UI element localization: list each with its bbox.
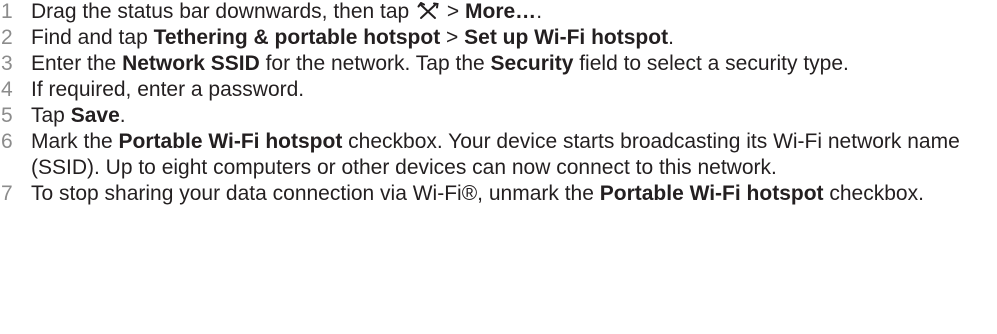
step-text-fragment: To stop sharing your data connection via… <box>31 182 600 205</box>
step-text-fragment: > <box>441 0 465 23</box>
step-text-fragment: checkbox. <box>823 182 924 205</box>
ui-term: Network SSID <box>122 52 260 75</box>
step-text-fragment: . <box>668 26 674 49</box>
ui-term: Tethering & portable hotspot <box>153 26 441 49</box>
ui-term: Portable Wi-Fi hotspot <box>118 130 343 153</box>
step-text-fragment: If required, enter a password. <box>31 78 305 101</box>
step-number: 6 <box>1 130 13 153</box>
step-text-fragment: Enter the <box>31 52 123 75</box>
step-text-fragment: > <box>440 26 465 49</box>
step-number: 5 <box>1 104 13 127</box>
step-text: Enter the Network SSID for the network. … <box>31 51 971 77</box>
step-text-fragment: field to select a security type. <box>573 52 849 75</box>
step-text-fragment: Mark the <box>31 130 119 153</box>
step-number: 2 <box>1 26 13 49</box>
step-text-fragment: . <box>536 0 543 23</box>
step-number: 1 <box>1 0 13 23</box>
step-text: Drag the status bar downwards, then tap … <box>31 0 971 25</box>
step-text: If required, enter a password. <box>31 77 971 103</box>
step-number: 7 <box>1 182 13 205</box>
instruction-steps: 1 Drag the status bar downwards, then tap… <box>0 0 997 207</box>
step-text: Tap Save. <box>31 103 971 129</box>
step-text: Mark the Portable Wi-Fi hotspot checkbox… <box>31 129 971 181</box>
step-text-fragment: Drag the status bar downwards, then tap <box>31 0 416 23</box>
step-item: 3 Enter the Network SSID for the network.… <box>0 51 997 77</box>
step-item: 4 If required, enter a password. <box>0 77 997 103</box>
ui-term: Portable Wi-Fi hotspot <box>599 182 824 205</box>
step-item: 1 Drag the status bar downwards, then tap… <box>0 0 997 25</box>
step-text-fragment: Find and tap <box>31 26 154 49</box>
step-text-fragment: Tap <box>31 104 71 127</box>
ui-term: Security <box>490 52 574 75</box>
step-item: 6 Mark the Portable Wi-Fi hotspot checkbo… <box>0 129 997 181</box>
step-text-fragment: for the network. Tap the <box>259 52 491 75</box>
step-text: Find and tap Tethering & portable hotspo… <box>31 25 971 51</box>
step-text-fragment: . <box>119 104 126 127</box>
ui-term: Save <box>70 104 120 127</box>
ui-term: More… <box>465 0 537 23</box>
step-number: 4 <box>1 78 13 101</box>
tools-icon <box>417 1 439 21</box>
ui-term: Set up Wi-Fi hotspot <box>464 26 669 49</box>
step-number: 3 <box>1 52 13 75</box>
step-text: To stop sharing your data connection via… <box>31 181 971 207</box>
step-item: 7 To stop sharing your data connection vi… <box>0 181 997 207</box>
step-item: 2 Find and tap Tethering & portable hotsp… <box>0 25 997 51</box>
step-item: 5 Tap Save. <box>0 103 997 129</box>
